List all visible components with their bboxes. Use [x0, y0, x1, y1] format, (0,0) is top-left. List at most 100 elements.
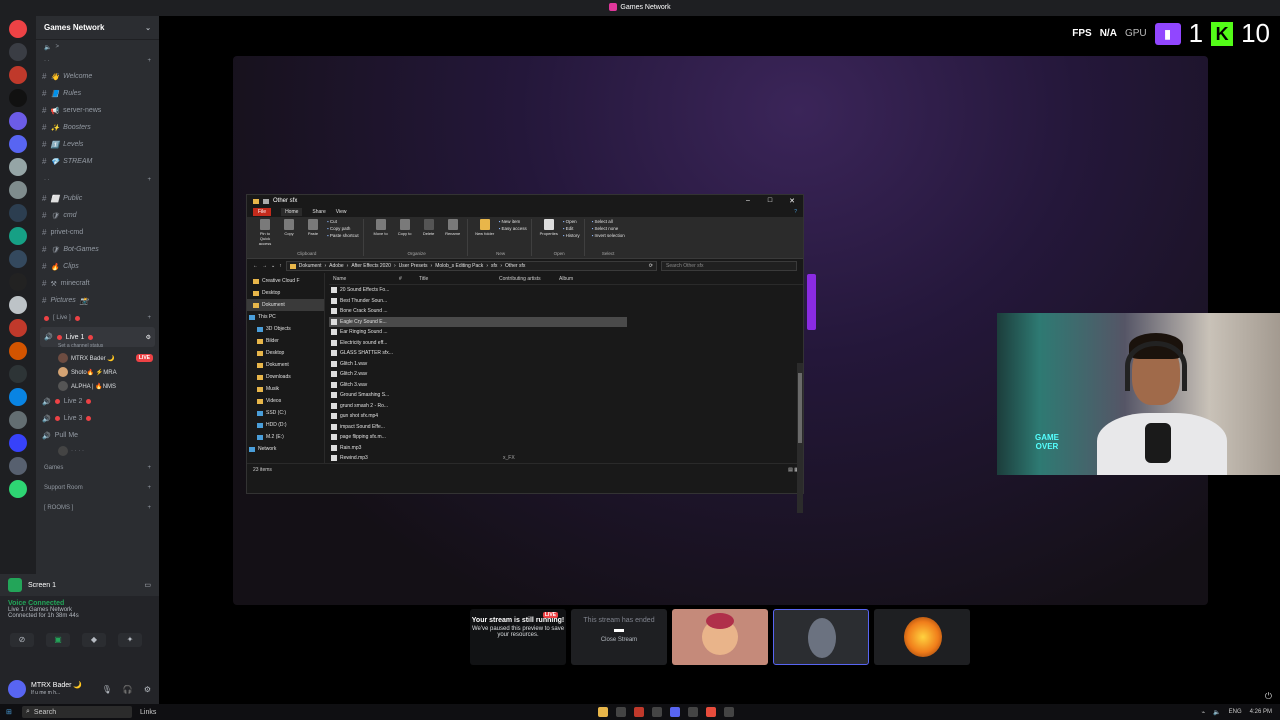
voice-member[interactable]: ALPHA | 🔥NMS	[36, 379, 159, 393]
column-artists[interactable]: Contributing artists	[499, 276, 559, 282]
tab-view[interactable]: View	[336, 209, 347, 215]
stream-tile-paused[interactable]: LIVE Your stream is still running! We've…	[470, 609, 566, 665]
server-icon[interactable]	[9, 296, 27, 314]
server-icon[interactable]	[9, 112, 27, 130]
fullscreen-icon[interactable]: ⏻	[1265, 691, 1272, 702]
select-none-button[interactable]: Select none	[592, 226, 625, 231]
headphones-icon[interactable]: 🎧	[123, 685, 133, 694]
file-row[interactable]: page flipping sfx.m...	[329, 432, 803, 443]
tab-share[interactable]: Share	[312, 209, 325, 215]
nav-item[interactable]: Network	[247, 443, 324, 455]
nav-item[interactable]: Dokument	[247, 299, 324, 311]
file-row[interactable]: Best Thunder Soun...	[329, 296, 803, 307]
volume-icon[interactable]: 🔈	[1213, 709, 1220, 716]
nav-item[interactable]: Desktop	[247, 347, 324, 359]
forward-icon[interactable]: →	[262, 263, 267, 269]
tab-home[interactable]: Home	[281, 208, 303, 216]
settings-icon[interactable]: ⚙	[146, 334, 151, 341]
server-icon[interactable]	[9, 388, 27, 406]
nav-item[interactable]: Dokument	[247, 359, 324, 371]
file-row[interactable]: Glitch 2.wav	[329, 369, 803, 380]
file-row[interactable]: Rewind.mp3 x_FX	[329, 453, 803, 464]
category-row[interactable]: · · +	[36, 170, 159, 190]
channel-item[interactable]: # 💎 STREAM	[36, 153, 159, 170]
new-folder-button[interactable]: New folder	[475, 219, 495, 236]
column-title[interactable]: Title	[419, 276, 499, 282]
nav-item[interactable]: This PC	[247, 311, 324, 323]
server-icon[interactable]	[9, 181, 27, 199]
plus-icon[interactable]: +	[147, 315, 151, 321]
plus-icon[interactable]: +	[147, 177, 151, 183]
category-live[interactable]: [ Live ] +	[36, 309, 159, 327]
channel-item[interactable]: # 📘 Rules	[36, 85, 159, 102]
clock[interactable]: 4:26 PM	[1250, 709, 1272, 716]
explorer-app-icon[interactable]	[598, 707, 608, 717]
nav-item[interactable]: Creative Cloud F	[247, 275, 324, 287]
file-row[interactable]: impact Sound Effe...	[329, 422, 803, 433]
open-button[interactable]: Open	[563, 219, 580, 224]
edit-button[interactable]: Edit	[563, 226, 580, 231]
mic-icon[interactable]: 🎙	[102, 685, 112, 694]
stream-tile-ended[interactable]: This stream has ended ▬ Close Stream	[571, 609, 667, 665]
server-icon[interactable]	[9, 273, 27, 291]
channel-item[interactable]: #1️⃣ Levels	[36, 136, 159, 153]
refresh-icon[interactable]: ⟳	[649, 263, 653, 269]
server-icon[interactable]	[9, 365, 27, 383]
nav-item[interactable]: HDD (D:)	[247, 419, 324, 431]
invert-selection-button[interactable]: Invert selection	[592, 233, 624, 238]
voice-channel-pullme[interactable]: 🔊 Pull Me	[36, 427, 159, 444]
server-icon[interactable]	[9, 457, 27, 475]
voice-channel-live2[interactable]: 🔊 Live 2	[36, 393, 159, 410]
copy-button[interactable]: Copy	[279, 219, 299, 236]
network-icon[interactable]: ⌁	[1202, 709, 1206, 716]
category-support[interactable]: Support Room +	[36, 478, 159, 498]
popout-icon[interactable]: ▭	[144, 581, 151, 589]
maximize-icon[interactable]: □	[759, 197, 781, 205]
server-icon[interactable]	[9, 411, 27, 429]
file-row[interactable]: Glitch 3.wav	[329, 380, 803, 391]
delete-button[interactable]: Delete	[419, 219, 439, 236]
easy-access-button[interactable]: Easy access	[499, 226, 526, 231]
paste-shortcut-button[interactable]: Paste shortcut	[327, 233, 359, 238]
voice-member[interactable]: MTRX Bader 🌙 LIVE	[36, 351, 159, 365]
server-icon[interactable]	[9, 227, 27, 245]
channel-item[interactable]: # Pictures 📸	[36, 292, 159, 309]
server-icon[interactable]	[9, 20, 27, 38]
server-icon[interactable]	[9, 66, 27, 84]
nav-item[interactable]: Desktop	[247, 287, 324, 299]
history-button[interactable]: History	[563, 233, 580, 238]
discord-app-icon[interactable]	[670, 707, 680, 717]
category-row[interactable]: 🔈 >	[36, 40, 159, 54]
file-row[interactable]: Rain.mp3	[329, 443, 803, 454]
nav-item[interactable]: 3D Objects	[247, 323, 324, 335]
back-icon[interactable]: ←	[253, 263, 258, 269]
voice-member[interactable]: · · · ·	[36, 444, 159, 458]
server-header[interactable]: Games Network ⌄	[36, 16, 159, 40]
cut-button[interactable]: Cut	[327, 219, 359, 224]
taskbar-search[interactable]: ⌕ Search	[22, 706, 132, 718]
plus-icon[interactable]: +	[147, 58, 151, 64]
server-icon[interactable]	[9, 319, 27, 337]
server-icon[interactable]	[9, 434, 27, 452]
app-icon[interactable]	[706, 707, 716, 717]
file-row[interactable]: Electricity sound eff...	[329, 338, 803, 349]
server-icon[interactable]	[9, 250, 27, 268]
participant-tile[interactable]	[773, 609, 869, 665]
category-rooms[interactable]: [ ROOMS ] +	[36, 498, 159, 518]
search-input[interactable]: Search Other sfx	[661, 261, 797, 271]
file-row[interactable]: 20 Sound Effects Fo...	[329, 285, 803, 296]
category-row[interactable]: · · +	[36, 54, 159, 68]
server-icon[interactable]	[9, 135, 27, 153]
file-row[interactable]: grund smash 2 - Ro...	[329, 401, 803, 412]
app-icon[interactable]	[724, 707, 734, 717]
plus-icon[interactable]: +	[147, 485, 151, 491]
close-icon[interactable]: ✕	[781, 197, 803, 205]
channel-item[interactable]: # ✨ Boosters	[36, 119, 159, 136]
close-stream-button[interactable]: Close Stream	[571, 635, 667, 643]
nav-item[interactable]: Downloads	[247, 371, 324, 383]
screen-share-button[interactable]: ▣	[46, 633, 70, 647]
nav-item[interactable]: SSD (C:)	[247, 407, 324, 419]
server-icon[interactable]	[9, 89, 27, 107]
plus-icon[interactable]: +	[147, 465, 151, 471]
file-row[interactable]: Ground Smashing S...	[329, 390, 803, 401]
